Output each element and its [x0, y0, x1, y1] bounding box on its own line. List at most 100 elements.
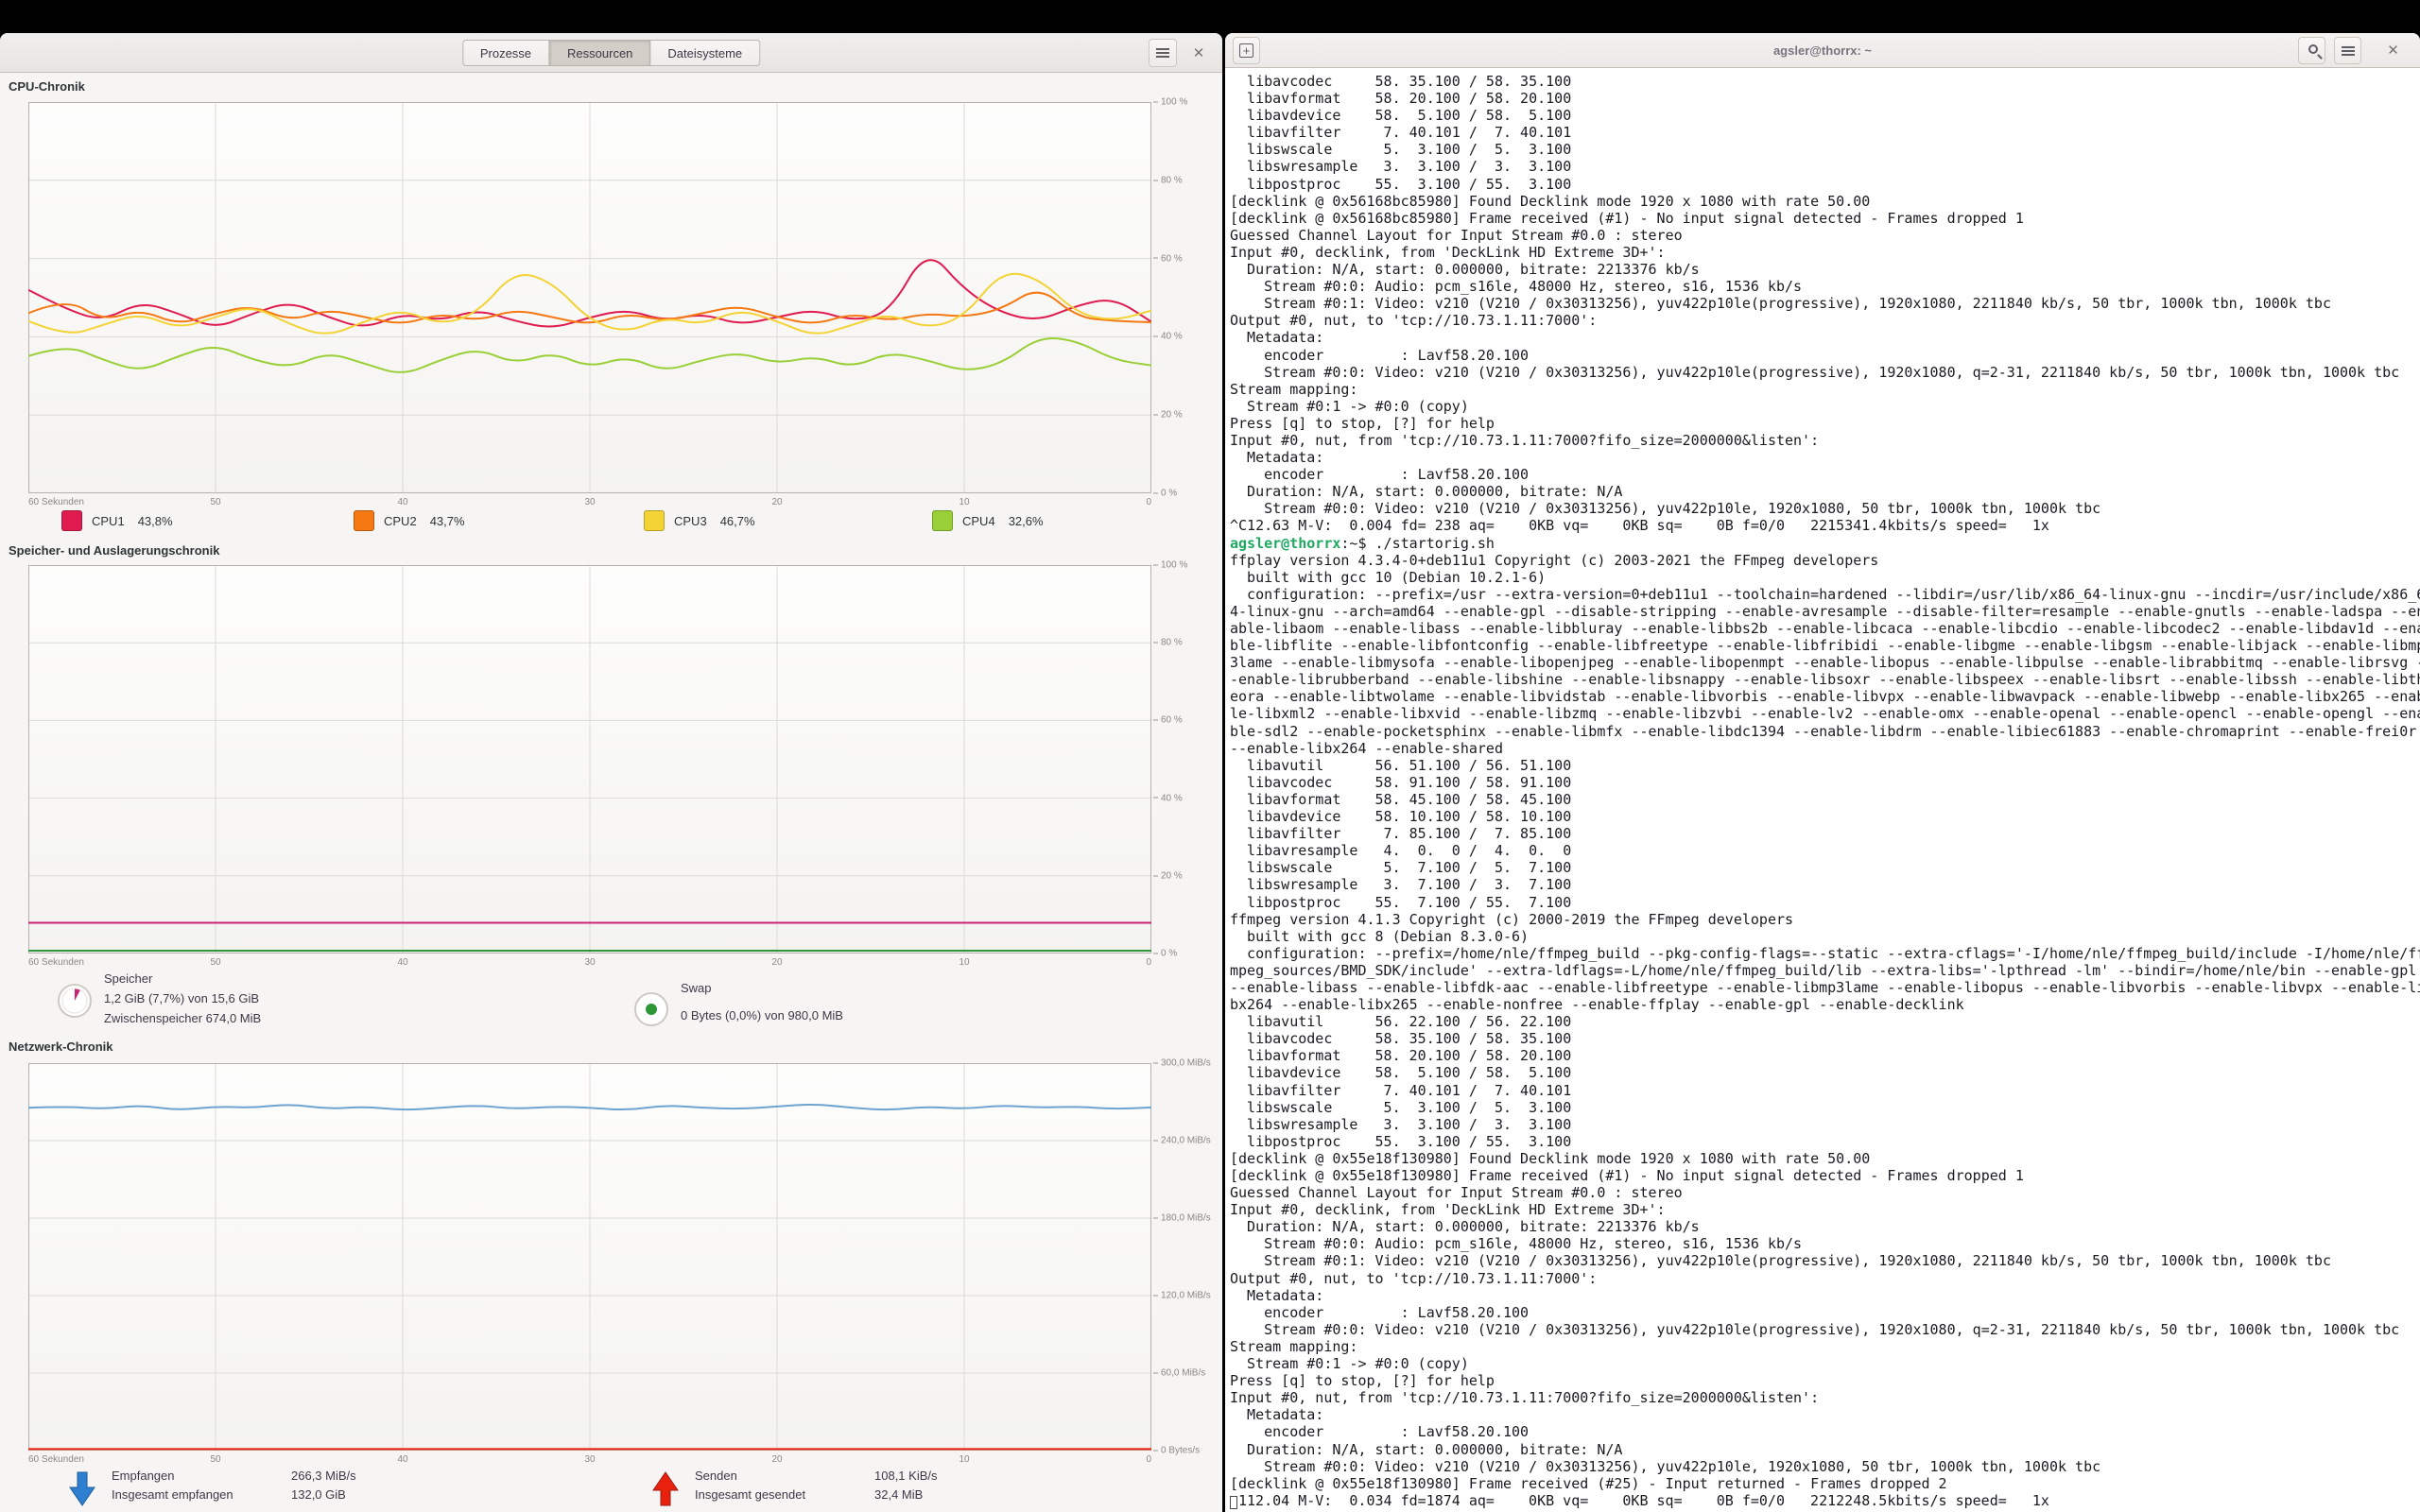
terminal-line: Metadata: [1230, 449, 2418, 466]
x-axis-label: 60 Sekunden [28, 497, 84, 507]
terminal-line: Duration: N/A, start: 0.000000, bitrate:… [1230, 483, 2418, 500]
x-axis-label: 20 [771, 1454, 782, 1465]
y-axis-label: 0 % [1153, 489, 1177, 499]
terminal-line: libavformat 58. 45.100 / 58. 45.100 [1230, 791, 2418, 808]
terminal-line: libavdevice 58. 10.100 / 58. 10.100 [1230, 808, 2418, 825]
x-axis-label: 10 [959, 497, 969, 507]
search-icon [2308, 44, 2318, 54]
y-axis-label: 180,0 MiB/s [1153, 1213, 1211, 1224]
terminal-line: Metadata: [1230, 1287, 2418, 1304]
cpu-x-axis-labels: 60 Sekunden50403020100 [28, 497, 1151, 509]
cpu3-label: CPU3 [674, 514, 707, 528]
terminal-line: libpostproc 55. 3.100 / 55. 3.100 [1230, 1133, 2418, 1150]
upload-arrow-icon [651, 1470, 680, 1508]
rx-label: Empfangen [112, 1469, 291, 1483]
tab-prozesse[interactable]: Prozesse [462, 40, 549, 66]
terminal-menu-button[interactable] [2334, 37, 2361, 64]
tx-rate-row: Senden 108,1 KiB/s [695, 1469, 938, 1483]
terminal-line: mpeg_sources/BMD_SDK/include' --extra-ld… [1230, 962, 2418, 979]
terminal-close-button[interactable]: ✕ [2379, 37, 2407, 64]
terminal-line: Stream #0:0: Audio: pcm_s16le, 48000 Hz,… [1230, 1235, 2418, 1252]
memory-x-axis-labels: 60 Sekunden50403020100 [28, 957, 1151, 970]
cpu4-legend-item: CPU4 32,6% [932, 510, 1044, 531]
network-section-title: Netzwerk-Chronik [9, 1040, 113, 1054]
hamburger-icon [1156, 48, 1169, 58]
terminal-line: libswresample 3. 3.100 / 3. 3.100 [1230, 1116, 2418, 1133]
terminal-line: libavcodec 58. 35.100 / 58. 35.100 [1230, 73, 2418, 90]
x-axis-label: 30 [584, 1454, 595, 1465]
terminal-line: encoder : Lavf58.20.100 [1230, 1304, 2418, 1321]
terminal-line: le-libxml2 --enable-libxvid --enable-lib… [1230, 705, 2418, 722]
memory-y-axis-labels: 100 %80 %60 %40 %20 %0 % [1153, 565, 1219, 954]
terminal-line: eora --enable-libtwolame --enable-libvid… [1230, 688, 2418, 705]
tab-ressourcen[interactable]: Ressourcen [549, 40, 650, 66]
terminal-line: Stream #0:0: Audio: pcm_s16le, 48000 Hz,… [1230, 278, 2418, 295]
tx-rate: 108,1 KiB/s [874, 1469, 938, 1483]
monitor-view-switcher: Prozesse Ressourcen Dateisysteme [462, 40, 760, 66]
prompt-user: agsler@thorrx [1230, 535, 1340, 552]
tx-label: Senden [695, 1469, 874, 1483]
terminal-line: libavutil 56. 22.100 / 56. 22.100 [1230, 1013, 2418, 1030]
terminal-line: 3lame --enable-libmysofa --enable-libope… [1230, 654, 2418, 671]
terminal-line: built with gcc 8 (Debian 8.3.0-6) [1230, 928, 2418, 945]
system-monitor-window: Prozesse Ressourcen Dateisysteme ✕ CPU-C… [0, 33, 1222, 1512]
terminal-line: 112.04 M-V: 0.034 fd=1874 aq= 0KB vq= 0K… [1230, 1492, 2418, 1509]
terminal-title: agsler@thorrx: ~ [1225, 33, 2420, 67]
cpu1-legend-item: CPU1 43,8% [61, 510, 173, 531]
terminal-output[interactable]: libavcodec 58. 35.100 / 58. 35.100 libav… [1225, 68, 2420, 1512]
y-axis-label: 120,0 MiB/s [1153, 1291, 1211, 1301]
terminal-line: libavdevice 58. 5.100 / 58. 5.100 [1230, 1064, 2418, 1081]
terminal-line: -enable-librubberband --enable-libshine … [1230, 671, 2418, 688]
monitor-close-button[interactable]: ✕ [1184, 39, 1213, 67]
terminal-line: Input #0, nut, from 'tcp://10.73.1.11:70… [1230, 1389, 2418, 1406]
terminal-line: Duration: N/A, start: 0.000000, bitrate:… [1230, 1441, 2418, 1458]
terminal-line: libavcodec 58. 35.100 / 58. 35.100 [1230, 1030, 2418, 1047]
terminal-line: encoder : Lavf58.20.100 [1230, 347, 2418, 364]
cpu4-value: 32,6% [1009, 514, 1044, 528]
terminal-line: [decklink @ 0x55e18f130980] Found Deckli… [1230, 1150, 2418, 1167]
terminal-line: libavformat 58. 20.100 / 58. 20.100 [1230, 1047, 2418, 1064]
swap-label: Swap [681, 981, 843, 995]
terminal-search-button[interactable] [2298, 37, 2325, 64]
terminal-line: libpostproc 55. 7.100 / 55. 7.100 [1230, 894, 2418, 911]
close-icon: ✕ [1193, 46, 1205, 60]
x-axis-label: 40 [397, 957, 407, 968]
terminal-line: libswscale 5. 3.100 / 5. 3.100 [1230, 1099, 2418, 1116]
cpu4-swatch [932, 510, 953, 531]
memory-section-title: Speicher- und Auslagerungschronik [9, 543, 219, 558]
cpu2-label: CPU2 [384, 514, 417, 528]
y-axis-label: 60,0 MiB/s [1153, 1368, 1205, 1379]
terminal-line: Input #0, decklink, from 'DeckLink HD Ex… [1230, 1201, 2418, 1218]
x-axis-label: 10 [959, 957, 969, 968]
cpu4-label: CPU4 [962, 514, 995, 528]
terminal-line: libavutil 56. 51.100 / 56. 51.100 [1230, 757, 2418, 774]
terminal-line: Output #0, nut, to 'tcp://10.73.1.11:700… [1230, 312, 2418, 329]
x-axis-label: 0 [1146, 957, 1151, 968]
terminal-line: encoder : Lavf58.20.100 [1230, 466, 2418, 483]
rx-total: 132,0 GiB [291, 1487, 346, 1502]
terminal-line: Stream #0:1 -> #0:0 (copy) [1230, 398, 2418, 415]
monitor-menu-button[interactable] [1149, 39, 1177, 67]
y-axis-label: 100 % [1153, 560, 1187, 571]
monitor-headerbar: Prozesse Ressourcen Dateisysteme ✕ [0, 33, 1222, 73]
terminal-line: libswscale 5. 3.100 / 5. 3.100 [1230, 141, 2418, 158]
terminal-line: Guessed Channel Layout for Input Stream … [1230, 1184, 2418, 1201]
memory-cache-value: Zwischenspeicher 674,0 MiB [104, 1011, 261, 1025]
terminal-line: configuration: --prefix=/usr --extra-ver… [1230, 586, 2418, 603]
terminal-line: --enable-libx264 --enable-shared [1230, 740, 2418, 757]
x-axis-label: 50 [210, 957, 220, 968]
x-axis-label: 60 Sekunden [28, 1454, 84, 1465]
terminal-line: [decklink @ 0x55e18f130980] Frame receiv… [1230, 1475, 2418, 1492]
terminal-line: encoder : Lavf58.20.100 [1230, 1423, 2418, 1440]
tab-dateisysteme[interactable]: Dateisysteme [650, 40, 760, 66]
swap-usage-value: 0 Bytes (0,0%) von 980,0 MiB [681, 1008, 843, 1022]
terminal-line: ffmpeg version 4.1.3 Copyright (c) 2000-… [1230, 911, 2418, 928]
y-axis-label: 300,0 MiB/s [1153, 1058, 1211, 1069]
x-axis-label: 50 [210, 1454, 220, 1465]
cpu2-legend-item: CPU2 43,7% [354, 510, 465, 531]
close-icon: ✕ [2387, 43, 2399, 58]
cpu1-label: CPU1 [92, 514, 125, 528]
terminal-line: built with gcc 10 (Debian 10.2.1-6) [1230, 569, 2418, 586]
cpu1-value: 43,8% [138, 514, 173, 528]
terminal-line: libswscale 5. 7.100 / 5. 7.100 [1230, 859, 2418, 876]
